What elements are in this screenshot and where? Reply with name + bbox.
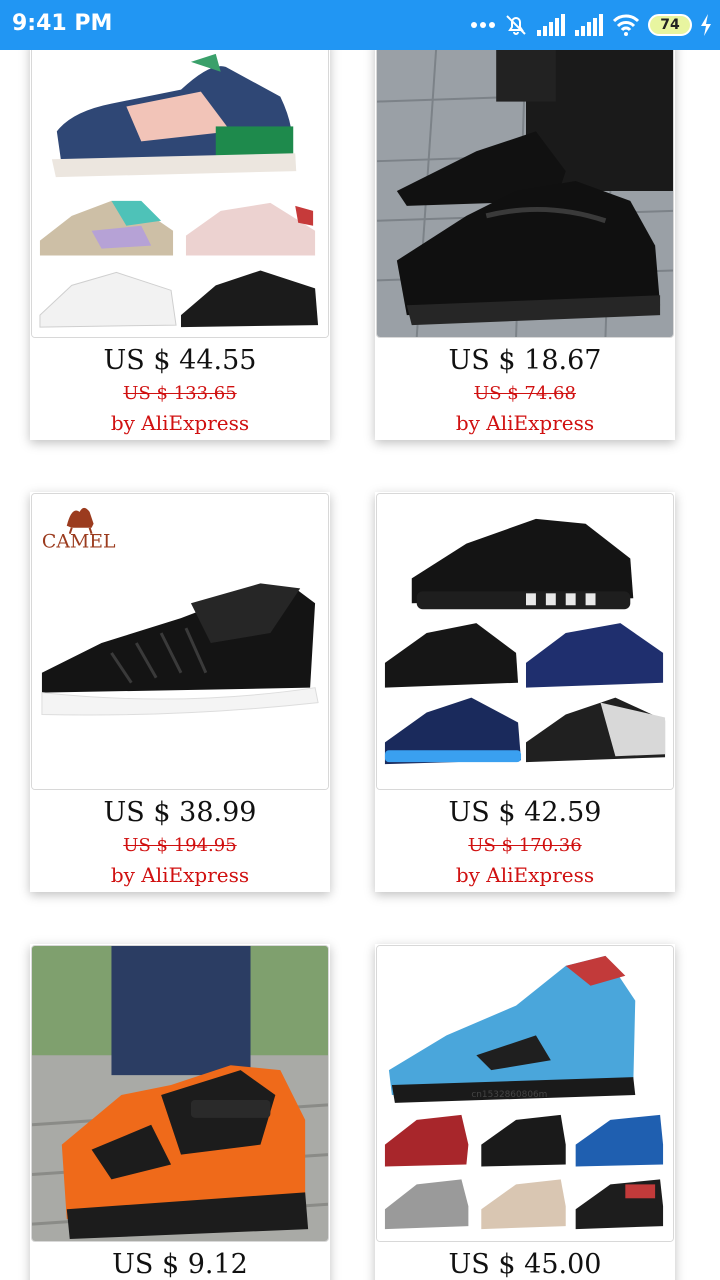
status-icons: 74 (470, 10, 712, 40)
watermark-text: cn1532860806m (471, 1090, 547, 1100)
brand-text: CAMEL (42, 531, 116, 553)
price: US $ 38.99 (103, 797, 257, 828)
price: US $ 18.67 (448, 345, 602, 376)
product-image[interactable]: CAMEL (31, 493, 329, 790)
signal-icon (536, 14, 566, 36)
price-block: US $ 9.12 (30, 1242, 330, 1280)
old-price: US $ 194.95 (123, 835, 237, 856)
product-card[interactable]: US $ 18.67 US $ 74.68 by AliExpress (375, 40, 675, 440)
wifi-icon (612, 14, 640, 36)
price-block: US $ 44.55 US $ 133.65 by AliExpress (30, 338, 330, 438)
product-image[interactable]: cn1532860806m (376, 945, 674, 1242)
product-image[interactable] (376, 493, 674, 790)
product-card[interactable]: US $ 9.12 (30, 944, 330, 1280)
old-price: US $ 74.68 (474, 383, 576, 404)
product-image[interactable] (31, 41, 329, 338)
seller-label[interactable]: by AliExpress (30, 408, 330, 438)
price: US $ 45.00 (448, 1249, 602, 1280)
battery-icon: 74 (648, 14, 692, 36)
status-bar: 9:41 PM 74 (0, 0, 720, 50)
alarm-off-icon (504, 13, 528, 37)
seller-label[interactable]: by AliExpress (30, 860, 330, 890)
price-block: US $ 18.67 US $ 74.68 by AliExpress (375, 338, 675, 438)
product-card[interactable]: US $ 44.55 US $ 133.65 by AliExpress (30, 40, 330, 440)
price: US $ 9.12 (112, 1249, 248, 1280)
signal-icon (574, 14, 604, 36)
more-dots-icon (470, 20, 496, 30)
product-card[interactable]: CAMEL US $ 38.99 US $ 194.95 by AliExpre… (30, 492, 330, 892)
product-card[interactable]: US $ 42.59 US $ 170.36 by AliExpress (375, 492, 675, 892)
price-block: US $ 42.59 US $ 170.36 by AliExpress (375, 790, 675, 890)
old-price: US $ 170.36 (468, 835, 582, 856)
product-image[interactable] (376, 41, 674, 338)
price: US $ 44.55 (103, 345, 257, 376)
product-card[interactable]: cn1532860806m US $ 45.00 (375, 944, 675, 1280)
seller-label[interactable]: by AliExpress (375, 860, 675, 890)
price-block: US $ 45.00 (375, 1242, 675, 1280)
charging-icon (700, 14, 712, 36)
status-time: 9:41 PM (12, 11, 113, 36)
old-price: US $ 133.65 (123, 383, 237, 404)
price-block: US $ 38.99 US $ 194.95 by AliExpress (30, 790, 330, 890)
seller-label[interactable]: by AliExpress (375, 408, 675, 438)
price: US $ 42.59 (448, 797, 602, 828)
product-image[interactable] (31, 945, 329, 1242)
